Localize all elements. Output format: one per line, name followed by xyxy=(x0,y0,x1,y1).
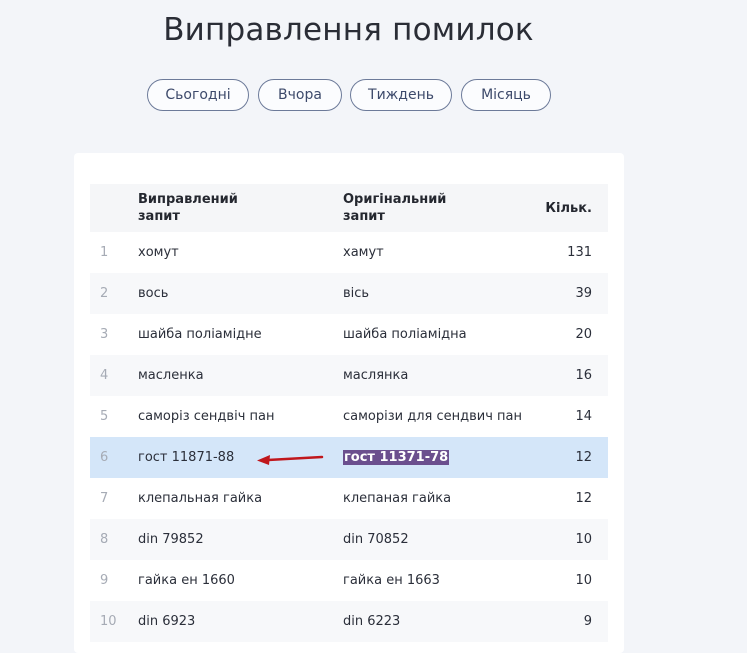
table-row[interactable]: 4 масленка маслянка 16 xyxy=(90,355,608,396)
table-row[interactable]: 8 din 79852 din 70852 10 xyxy=(90,519,608,560)
fixed-query-cell: din 6923 xyxy=(138,614,196,629)
table-row[interactable]: 3 шайба поліамідне шайба поліамідна 20 xyxy=(90,314,608,355)
table-row[interactable]: 9 гайка ен 1660 гайка ен 1663 10 xyxy=(90,560,608,601)
original-query-cell: din 6223 xyxy=(343,614,401,629)
row-index: 6 xyxy=(100,450,109,465)
corrections-card: Виправлений запит Оригінальний запит Кіл… xyxy=(74,153,624,653)
row-index: 8 xyxy=(100,532,109,547)
count-cell: 14 xyxy=(575,409,592,424)
header-count[interactable]: Кільк. xyxy=(533,184,608,232)
selected-text-highlight[interactable]: гост 11371-78 xyxy=(343,450,450,465)
row-index: 2 xyxy=(100,286,109,301)
count-cell: 12 xyxy=(575,450,592,465)
header-original-query[interactable]: Оригінальний запит xyxy=(343,184,533,232)
row-index: 1 xyxy=(100,245,109,260)
filter-today-button[interactable]: Сьогодні xyxy=(147,79,249,111)
header-original-query-line1: Оригінальний xyxy=(343,192,447,207)
original-query-cell: гост 11371-78 xyxy=(343,437,533,478)
header-fixed-query[interactable]: Виправлений запит xyxy=(138,184,343,232)
original-query-cell: клепаная гайка xyxy=(343,491,452,506)
header-index xyxy=(90,184,138,232)
page-title: Виправлення помилок xyxy=(163,12,534,48)
table-row[interactable]: 1 хомут хамут 131 xyxy=(90,232,608,273)
count-cell: 12 xyxy=(575,491,592,506)
fixed-query-cell: саморіз сендвіч пан xyxy=(138,409,275,424)
header-fixed-query-line2: запит xyxy=(138,209,180,224)
row-index: 5 xyxy=(100,409,109,424)
original-query-cell: саморізи для сендвич пан xyxy=(343,409,523,424)
fixed-query-cell: гайка ен 1660 xyxy=(138,573,235,588)
row-index: 7 xyxy=(100,491,109,506)
fixed-query-cell: хомут xyxy=(138,245,179,260)
fixed-query-cell: масленка xyxy=(138,368,204,383)
fixed-query-cell: гост 11871-88 xyxy=(138,450,235,465)
original-query-cell: вісь xyxy=(343,286,370,301)
table-row[interactable]: 5 саморіз сендвіч пан саморізи для сендв… xyxy=(90,396,608,437)
header-fixed-query-line1: Виправлений xyxy=(138,192,238,207)
count-cell: 39 xyxy=(575,286,592,301)
table-row[interactable]: 7 клепальная гайка клепаная гайка 12 xyxy=(90,478,608,519)
row-index: 3 xyxy=(100,327,109,342)
count-cell: 20 xyxy=(575,327,592,342)
period-filter-group: Сьогодні Вчора Тиждень Місяць xyxy=(147,79,551,111)
original-query-cell: din 70852 xyxy=(343,532,409,547)
row-index: 4 xyxy=(100,368,109,383)
fixed-query-cell: шайба поліамідне xyxy=(138,327,262,342)
count-cell: 16 xyxy=(575,368,592,383)
filter-yesterday-button[interactable]: Вчора xyxy=(258,79,342,111)
row-index: 9 xyxy=(100,573,109,588)
fixed-query-cell: вось xyxy=(138,286,169,301)
row-index: 10 xyxy=(100,614,117,629)
corrections-table: Виправлений запит Оригінальний запит Кіл… xyxy=(90,184,608,642)
filter-month-button[interactable]: Місяць xyxy=(461,79,551,111)
fixed-query-cell: клепальная гайка xyxy=(138,491,263,506)
filter-week-button[interactable]: Тиждень xyxy=(350,79,452,111)
table-row[interactable]: 2 вось вісь 39 xyxy=(90,273,608,314)
original-query-cell: хамут xyxy=(343,245,384,260)
table-row[interactable]: 10 din 6923 din 6223 9 xyxy=(90,601,608,642)
original-query-cell: маслянка xyxy=(343,368,409,383)
fixed-query-cell: din 79852 xyxy=(138,532,204,547)
original-query-cell: шайба поліамідна xyxy=(343,327,467,342)
table-row-selected[interactable]: 6 гост 11871-88 гост 11371-78 12 xyxy=(90,437,608,478)
count-cell: 10 xyxy=(575,532,592,547)
count-cell: 9 xyxy=(583,614,592,629)
count-cell: 131 xyxy=(567,245,592,260)
count-cell: 10 xyxy=(575,573,592,588)
header-original-query-line2: запит xyxy=(343,209,385,224)
table-header-row: Виправлений запит Оригінальний запит Кіл… xyxy=(90,184,608,232)
original-query-cell: гайка ен 1663 xyxy=(343,573,440,588)
